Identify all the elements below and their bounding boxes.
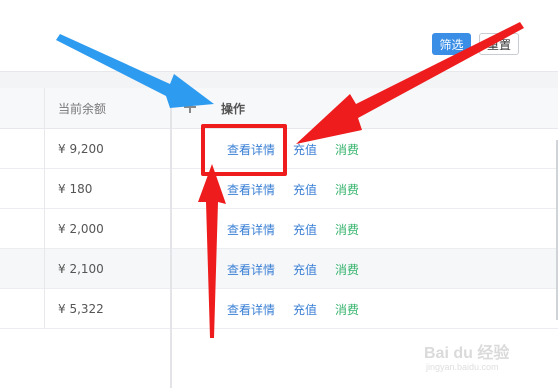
watermark: Bai du 经验 jingyan.baidu.com (424, 339, 554, 379)
annotation-arrows (56, 22, 524, 338)
watermark-url: jingyan.baidu.com (426, 362, 499, 372)
red-arrow-right (296, 22, 524, 144)
blue-arrow (56, 34, 214, 108)
watermark-text: Bai du 经验 (424, 345, 510, 362)
red-arrow-up (198, 164, 226, 338)
